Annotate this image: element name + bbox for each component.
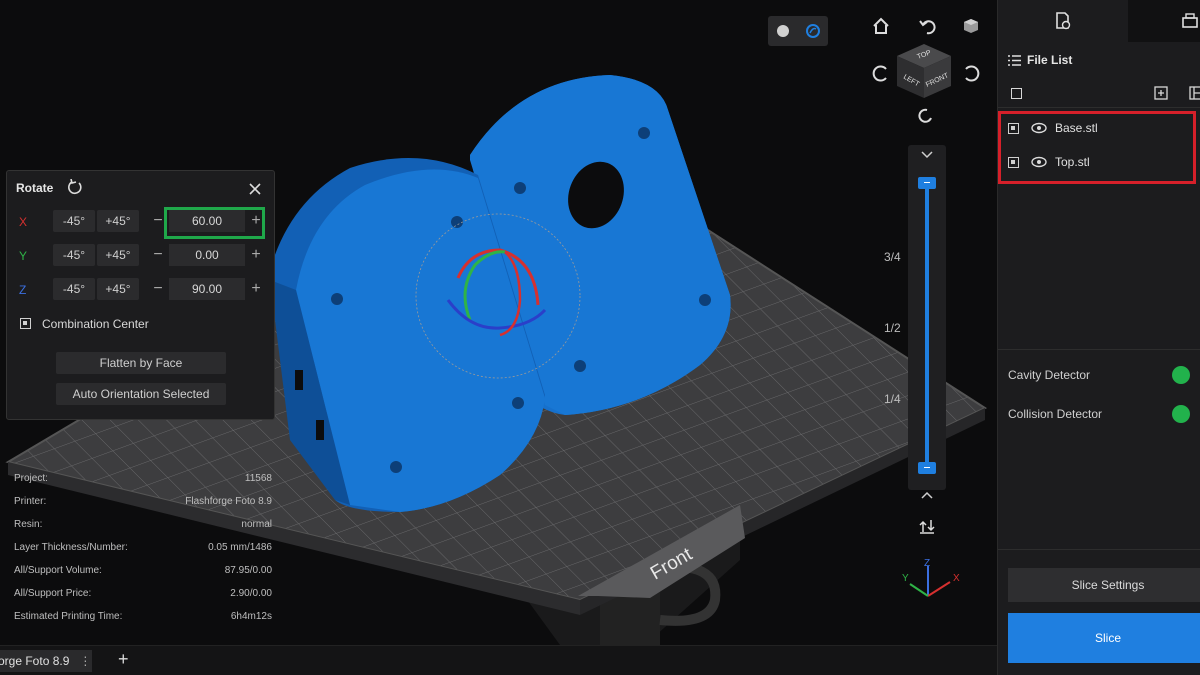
app-window: Front Z X Y TOP LEFT FRONT 3/4 1/2 1/4 R… — [0, 0, 1200, 675]
file-settings-icon — [1056, 12, 1071, 30]
axis-z-label: Z — [924, 558, 930, 569]
layer-height-icon — [919, 520, 935, 534]
collision-detector-label: Collision Detector — [1008, 407, 1103, 421]
cube-icon — [964, 19, 978, 33]
combination-center-checkbox[interactable] — [20, 318, 31, 329]
layer-top-handle[interactable] — [918, 177, 936, 189]
navigation-cube[interactable]: TOP LEFT FRONT — [893, 40, 955, 102]
y-increment-button[interactable]: + — [247, 244, 265, 266]
view-mode-toggle — [768, 16, 828, 46]
add-file-icon — [1154, 86, 1168, 100]
x-value-highlight — [164, 207, 265, 239]
redo-arrow-icon — [918, 108, 932, 123]
axis-x-label: X — [19, 215, 28, 229]
z-rotation-stepper: − 90.00 + — [149, 278, 265, 300]
home-view-button[interactable] — [870, 15, 892, 37]
x-minus-45-button[interactable]: -45° — [53, 210, 95, 232]
select-all-checkbox[interactable] — [1011, 88, 1022, 99]
rotate-row-y: Y -45° +45° − 0.00 + — [7, 244, 274, 268]
z-decrement-button[interactable]: − — [149, 278, 167, 300]
layout-button[interactable] — [1189, 86, 1200, 105]
printer-icon — [1182, 13, 1198, 28]
layer-range-bar — [925, 183, 929, 468]
axis-triad — [909, 566, 951, 597]
close-icon — [249, 183, 261, 195]
layer-mark-1-4: 1/4 — [884, 392, 901, 406]
3d-viewport[interactable]: Front Z X Y TOP LEFT FRONT 3/4 1/2 1/4 R… — [0, 0, 997, 645]
y-decrement-button[interactable]: − — [149, 244, 167, 266]
layer-up-button[interactable] — [916, 144, 938, 166]
slice-settings-button[interactable]: Slice Settings — [1008, 568, 1200, 602]
z-minus-45-button[interactable]: -45° — [53, 278, 95, 300]
layout-icon — [1189, 86, 1200, 100]
x-plus-45-button[interactable]: +45° — [97, 210, 139, 232]
rotate-view-left-button[interactable] — [870, 62, 892, 84]
wireframe-view-button[interactable] — [802, 20, 824, 42]
file-list-header: File List — [1008, 53, 1072, 67]
combination-center-label: Combination Center — [42, 317, 149, 331]
reset-rotation-button[interactable] — [67, 178, 83, 200]
axis-y-label: Y — [19, 249, 28, 263]
cavity-detector-status-icon[interactable] — [1172, 366, 1190, 384]
tab-print[interactable] — [1170, 0, 1200, 42]
rotate-view-ccw-button[interactable] — [916, 15, 938, 37]
solid-sphere-icon — [777, 25, 789, 37]
y-minus-45-button[interactable]: -45° — [53, 244, 95, 266]
detector-divider — [998, 349, 1200, 350]
layer-down-button[interactable] — [916, 484, 938, 506]
reset-icon — [68, 178, 82, 195]
z-rotation-input[interactable]: 90.00 — [169, 278, 245, 300]
y-plus-45-button[interactable]: +45° — [97, 244, 139, 266]
rotate-left-icon — [872, 65, 887, 82]
layer-sync-button[interactable] — [916, 515, 938, 537]
add-file-button[interactable] — [1154, 86, 1168, 105]
auto-orientation-button[interactable]: Auto Orientation Selected — [56, 383, 226, 405]
collision-detector-status-icon[interactable] — [1172, 405, 1190, 423]
flatten-by-face-button[interactable]: Flatten by Face — [56, 352, 226, 374]
add-printer-tab-button[interactable]: + — [118, 649, 129, 670]
solid-view-button[interactable] — [772, 20, 794, 42]
tab-files[interactable] — [998, 0, 1128, 42]
layer-bottom-handle[interactable] — [918, 462, 936, 474]
undo-arrow-icon — [919, 20, 936, 35]
close-panel-button[interactable] — [249, 182, 261, 200]
y-rotation-input[interactable]: 0.00 — [169, 244, 245, 266]
file-list-highlight — [998, 111, 1196, 184]
iso-view-button[interactable] — [960, 15, 982, 37]
right-panel: File List Base.stl Top.stl Cavity Detect… — [997, 0, 1200, 675]
cavity-detector-label: Cavity Detector — [1008, 368, 1091, 382]
slice-divider — [998, 549, 1200, 550]
axis-x-label: X — [953, 573, 960, 584]
rotate-view-right-button[interactable] — [960, 62, 982, 84]
rotate-view-down-button[interactable] — [916, 106, 938, 128]
rotate-row-z: Z -45° +45° − 90.00 + — [7, 278, 274, 302]
home-icon — [873, 17, 889, 34]
layer-mark-3-4: 3/4 — [884, 250, 901, 264]
z-increment-button[interactable]: + — [247, 278, 265, 300]
rotate-panel: Rotate X -45° +45° − 60.00 + Y -45° +45°… — [6, 170, 275, 420]
file-list-divider — [998, 107, 1200, 108]
axis-z-label: Z — [19, 283, 27, 297]
slice-button[interactable]: Slice — [1008, 613, 1200, 663]
printer-tab[interactable]: orge Foto 8.9 ⋮ — [0, 650, 92, 672]
z-plus-45-button[interactable]: +45° — [97, 278, 139, 300]
list-icon — [1008, 54, 1021, 66]
chevron-down-icon — [921, 151, 933, 159]
rotate-right-icon — [965, 65, 980, 82]
printer-tab-label: orge Foto 8.9 — [0, 654, 70, 668]
right-panel-tabs — [998, 0, 1200, 42]
rotate-panel-title: Rotate — [16, 181, 54, 195]
chevron-up-icon — [921, 491, 933, 499]
file-list-title: File List — [1027, 53, 1073, 67]
printer-tab-menu-button[interactable]: ⋮ — [79, 654, 91, 668]
y-rotation-stepper: − 0.00 + — [149, 244, 265, 266]
axis-y-label: Y — [902, 573, 909, 584]
wireframe-sphere-icon — [806, 24, 820, 38]
bottom-bar: orge Foto 8.9 ⋮ + — [0, 645, 997, 675]
layer-mark-1-2: 1/2 — [884, 321, 901, 335]
